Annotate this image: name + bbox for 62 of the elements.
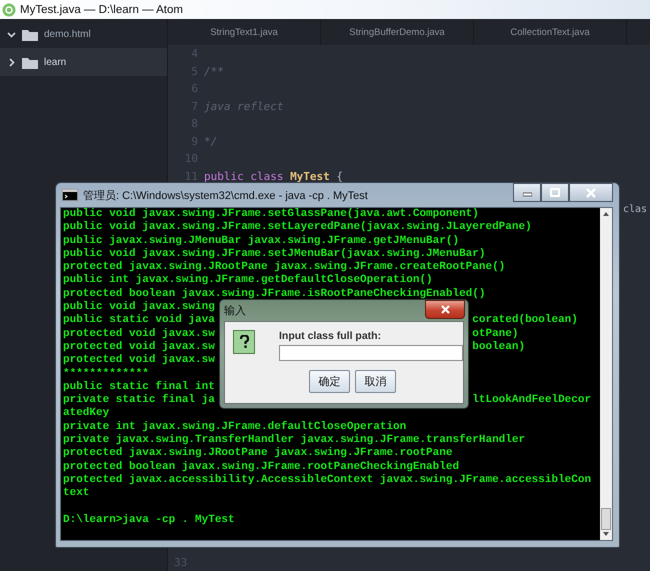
console-line: public static void java bbox=[63, 314, 215, 326]
console-line: ltLookAndFeelDecor bbox=[472, 394, 592, 408]
console-line: corated(boolean) bbox=[472, 314, 578, 328]
console-line: protected void javax.sw bbox=[63, 354, 215, 366]
maximize-icon bbox=[550, 188, 560, 197]
console-icon bbox=[62, 189, 78, 201]
code-line: java reflect bbox=[204, 100, 284, 113]
console-line: text bbox=[63, 487, 90, 500]
tree-item[interactable]: demo.html bbox=[0, 20, 167, 48]
editor-tab[interactable]: CollectionText.java bbox=[474, 19, 627, 45]
console-line: protected boolean javax.swing.JFrame.rootPaneCheckingEnabled bbox=[63, 460, 460, 473]
dialog-title: 输入 bbox=[224, 304, 247, 318]
scrollbar[interactable] bbox=[600, 208, 612, 540]
code-line: /** bbox=[204, 64, 224, 78]
console-line: D:\learn>java -cp . MyTest bbox=[63, 514, 235, 526]
code-text: clas bbox=[623, 204, 648, 215]
close-icon bbox=[586, 188, 596, 198]
dialog-button[interactable]: 取消 bbox=[355, 370, 396, 393]
console-line: protected boolean javax.swing.JFrame.isRootPaneCheckingEnabled() bbox=[63, 288, 486, 300]
close-icon bbox=[440, 305, 450, 314]
editor-tab[interactable]: StringBufferDemo.java bbox=[321, 19, 474, 45]
console-line: private static final ja bbox=[63, 394, 215, 406]
code-line: */ bbox=[204, 134, 218, 148]
console-line: protected void javax.sw bbox=[63, 340, 215, 353]
maximize-button[interactable] bbox=[541, 183, 569, 202]
scroll-down-icon[interactable] bbox=[603, 532, 609, 536]
console-line: protected javax.swing.JRootPane javax.swing.JFrame.createRootPane() bbox=[63, 261, 506, 274]
window-title: 管理员: C:\Windows\system32\cmd.exe - java -cp . MyTest bbox=[83, 188, 369, 202]
console-line: public void javax.swing.JFrame.setGlassPane(java.awt.Component) bbox=[63, 208, 479, 220]
scroll-thumb[interactable] bbox=[601, 508, 611, 530]
window-title: MyTest.java — D:\learn — Atom bbox=[20, 4, 183, 16]
app-icon bbox=[2, 2, 16, 16]
console-line: public javax.swing.JMenuBar javax.swing.JFrame.getJMenuBar() bbox=[63, 234, 460, 247]
console-line: public void javax.swing bbox=[63, 301, 215, 314]
console-line: ************* bbox=[63, 368, 149, 380]
console-line: protected javax.swing.JRootPane javax.swing.JFrame.rootPane bbox=[63, 447, 452, 460]
prompt-label: Input class full path: bbox=[279, 330, 382, 342]
console-line: private int javax.swing.JFrame.defaultCloseOperation bbox=[63, 420, 406, 433]
console-line: atedKey bbox=[63, 407, 110, 420]
folder-icon bbox=[22, 28, 38, 40]
console-line: protected void javax.sw bbox=[63, 328, 215, 340]
console-line: public void javax.swing.JFrame.setJMenuBar(javax.swing.JMenuBar) bbox=[63, 248, 486, 260]
console-line: otPane) bbox=[472, 328, 518, 341]
console-line: public static final int bbox=[63, 380, 215, 393]
console-line: public int javax.swing.JFrame.getDefaultCloseOperation() bbox=[63, 274, 433, 286]
question-icon bbox=[233, 330, 255, 354]
console-line: boolean) bbox=[472, 340, 526, 354]
dialog-button[interactable]: 确定 bbox=[309, 370, 350, 393]
tree-item[interactable]: learn bbox=[0, 48, 167, 76]
console-line: protected javax.accessibility.AccessibleContext javax.swing.JFrame.accessibleCon bbox=[63, 474, 592, 486]
scroll-up-icon[interactable] bbox=[603, 212, 609, 216]
chevron-right-icon bbox=[7, 58, 16, 66]
close-button[interactable] bbox=[569, 183, 613, 202]
editor-tab[interactable]: StringText1.java bbox=[168, 19, 321, 45]
close-button[interactable] bbox=[425, 300, 465, 319]
chevron-down-icon bbox=[7, 30, 16, 38]
minimize-button[interactable] bbox=[513, 183, 541, 202]
input-field[interactable] bbox=[279, 345, 463, 361]
folder-icon bbox=[22, 56, 38, 68]
code-line: public class MyTest { bbox=[204, 170, 344, 183]
console-line: private javax.swing.TransferHandler javax.swing.JFrame.transferHandler bbox=[63, 434, 526, 446]
console-line: public void javax.swing.JFrame.setLayeredPane(javax.swing.JLayeredPane) bbox=[63, 221, 532, 234]
